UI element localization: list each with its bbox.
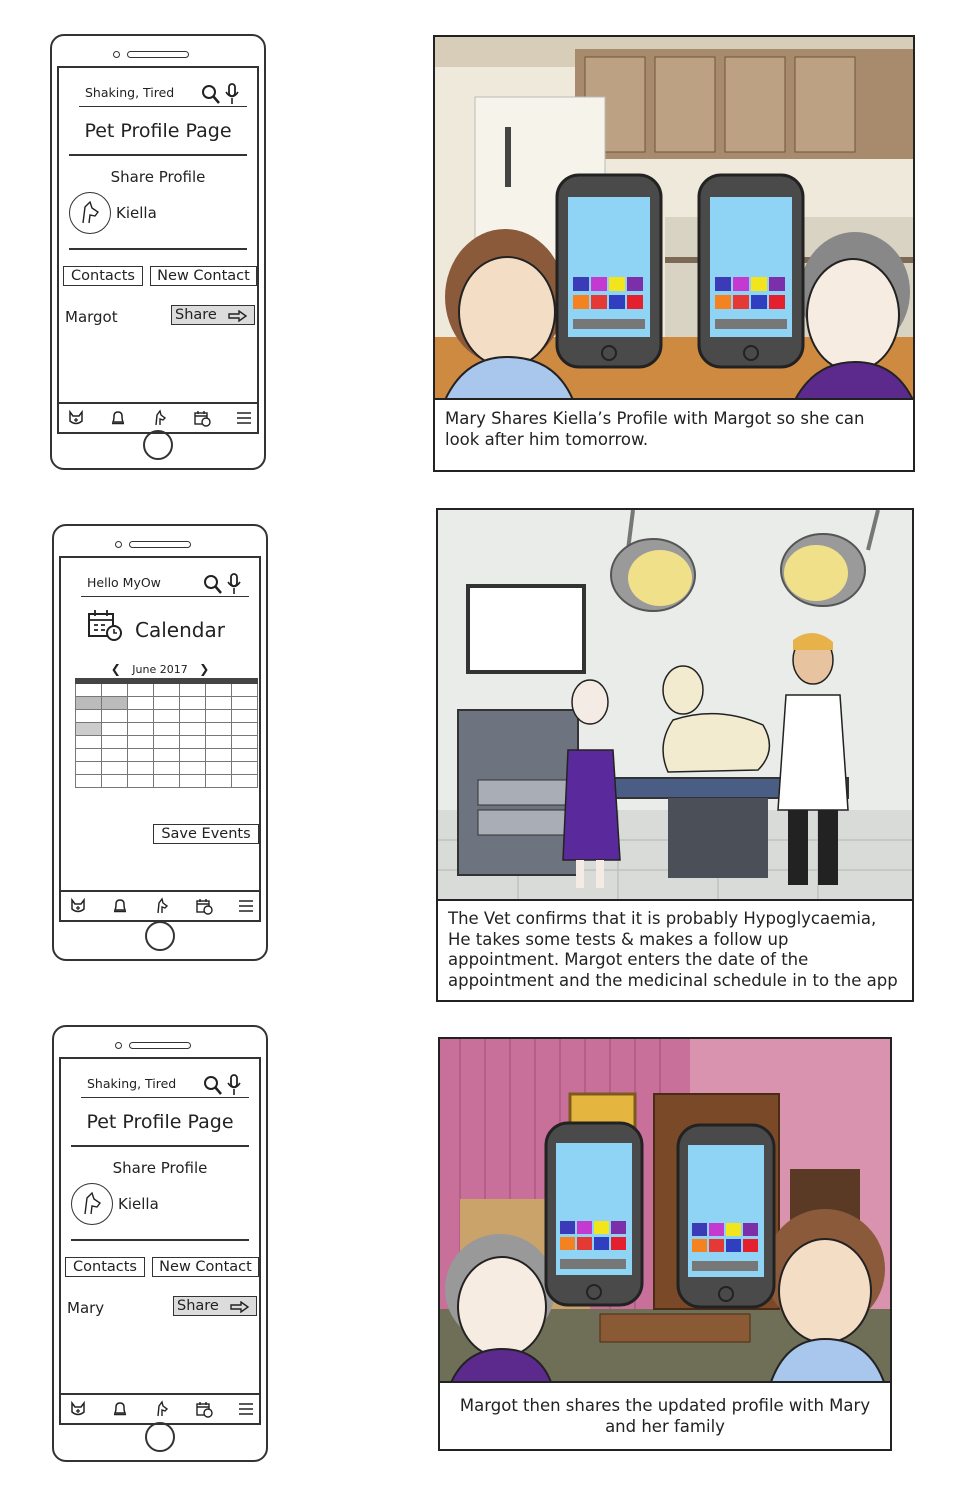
divider — [71, 1145, 249, 1147]
share-profile-heading: Share Profile — [112, 1159, 208, 1177]
dog-icon — [82, 200, 100, 224]
pet-avatar[interactable] — [69, 192, 111, 234]
bell-icon[interactable] — [111, 1400, 129, 1418]
dog-icon — [84, 1191, 102, 1215]
page-title: Calendar — [135, 618, 225, 642]
new-contact-button[interactable]: New Contact — [150, 266, 257, 286]
dog-icon[interactable] — [151, 409, 169, 427]
cat-medical-icon[interactable] — [69, 1400, 87, 1418]
search-bar[interactable]: Hello MyOw — [81, 570, 249, 597]
share-button[interactable]: Share — [171, 305, 255, 325]
menu-icon[interactable] — [235, 409, 253, 427]
menu-icon[interactable] — [237, 1400, 255, 1418]
contact-name: Margot — [65, 308, 118, 326]
cat-medical-icon[interactable] — [69, 897, 87, 915]
contacts-button[interactable]: Contacts — [65, 1257, 145, 1277]
comic-panel-3: Margot then shares the updated profile w… — [438, 1037, 892, 1451]
phone-mockup-share-margot: Shaking, Tired Pet Profile Page Share Pr… — [50, 34, 266, 470]
phone-screen: Shaking, Tired Pet Profile Page Share Pr… — [57, 66, 259, 434]
phone-mockup-calendar: Hello MyOw Calendar ❮ June 2017 ❯ Save E… — [52, 524, 268, 961]
caption: The Vet confirms that it is probably Hyp… — [438, 899, 912, 1000]
search-bar[interactable]: Shaking, Tired — [81, 1071, 249, 1098]
comic-panel-1: Mary Shares Kiella’s Profile with Margot… — [433, 35, 915, 472]
bottom-nav — [59, 402, 257, 432]
caption: Mary Shares Kiella’s Profile with Margot… — [435, 398, 913, 470]
phone-illustration — [676, 1123, 776, 1309]
search-bar[interactable]: Shaking, Tired — [79, 80, 247, 107]
cat-medical-icon[interactable] — [67, 409, 85, 427]
living-room-illustration — [440, 1039, 890, 1385]
divider — [69, 248, 247, 250]
calendar-icon[interactable] — [195, 897, 213, 915]
kitchen-illustration — [435, 37, 913, 400]
vet-clinic-illustration — [438, 510, 912, 899]
kitchen-scene — [435, 37, 913, 400]
bell-icon[interactable] — [111, 897, 129, 915]
search-icon[interactable] — [201, 1074, 245, 1096]
phone-speaker — [115, 1041, 205, 1049]
pet-avatar[interactable] — [71, 1183, 113, 1225]
share-button[interactable]: Share — [173, 1296, 257, 1316]
search-icon[interactable] — [199, 83, 243, 105]
home-button[interactable] — [145, 921, 175, 951]
page-title: Pet Profile Page — [84, 120, 232, 142]
phone-speaker — [115, 540, 205, 548]
search-input[interactable]: Shaking, Tired — [85, 85, 174, 100]
phone-mockup-share-mary: Shaking, Tired Pet Profile Page Share Pr… — [52, 1025, 268, 1462]
bell-icon[interactable] — [109, 409, 127, 427]
calendar-icon — [88, 610, 122, 641]
phone-speaker — [113, 50, 203, 58]
pet-name: Kiella — [116, 204, 157, 222]
share-profile-heading: Share Profile — [110, 168, 206, 186]
share-label: Share — [175, 307, 217, 323]
pet-name: Kiella — [118, 1195, 159, 1213]
month-label: June 2017 — [132, 663, 188, 676]
search-input[interactable]: Hello MyOw — [87, 575, 161, 590]
month-navigator: ❮ June 2017 ❯ — [61, 662, 259, 676]
contact-name: Mary — [67, 1299, 105, 1317]
comic-panel-2: The Vet confirms that it is probably Hyp… — [436, 508, 914, 1002]
contacts-button[interactable]: Contacts — [63, 266, 143, 286]
phone-illustration — [555, 173, 663, 369]
arrow-right-icon — [230, 1301, 250, 1313]
bottom-nav — [61, 1393, 259, 1423]
dog-icon[interactable] — [153, 1400, 171, 1418]
divider — [71, 1239, 249, 1241]
phone-illustration — [544, 1121, 644, 1307]
prev-month-icon[interactable]: ❮ — [111, 662, 121, 676]
menu-icon[interactable] — [237, 897, 255, 915]
phone-screen: Shaking, Tired Pet Profile Page Share Pr… — [59, 1057, 261, 1425]
phone-screen: Hello MyOw Calendar ❮ June 2017 ❯ Save E… — [59, 556, 261, 922]
page-title: Pet Profile Page — [86, 1111, 234, 1133]
vet-clinic-scene — [438, 510, 912, 899]
divider — [69, 154, 247, 156]
dog-icon[interactable] — [153, 897, 171, 915]
search-input[interactable]: Shaking, Tired — [87, 1076, 176, 1091]
next-month-icon[interactable]: ❯ — [199, 662, 209, 676]
share-label: Share — [177, 1298, 219, 1314]
search-icon[interactable] — [201, 573, 245, 595]
arrow-right-icon — [228, 310, 248, 322]
home-button[interactable] — [145, 1422, 175, 1452]
living-room-scene — [440, 1039, 890, 1385]
save-events-button[interactable]: Save Events — [153, 824, 259, 844]
new-contact-button[interactable]: New Contact — [152, 1257, 259, 1277]
bottom-nav — [61, 890, 259, 920]
calendar-grid[interactable] — [75, 678, 258, 788]
calendar-icon[interactable] — [193, 409, 211, 427]
phone-illustration — [697, 173, 805, 369]
home-button[interactable] — [143, 430, 173, 460]
calendar-icon[interactable] — [195, 1400, 213, 1418]
caption: Margot then shares the updated profile w… — [440, 1381, 890, 1449]
